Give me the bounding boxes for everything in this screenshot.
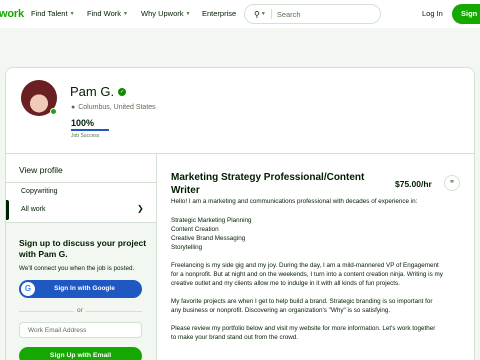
sidebar-item-copywriting[interactable]: Copywriting — [21, 188, 58, 195]
profile-location: ● Columbus, United States — [71, 104, 156, 111]
right-column: Marketing Strategy Professional/Content … — [158, 154, 474, 360]
job-success-bar-fill — [71, 129, 109, 131]
top-nav: work Find Talent ▼ Find Work ▼ Why Upwor… — [0, 0, 480, 28]
login-link[interactable]: Log In — [422, 9, 443, 18]
nav-enterprise-label: Enterprise — [202, 9, 237, 18]
google-signin-label: Sign In with Google — [54, 285, 115, 292]
hourly-rate: $75.00/hr — [395, 179, 432, 189]
description-skill: Content Creation — [171, 226, 219, 233]
signup-panel-subtitle: We'll connect you when the job is posted… — [19, 265, 135, 272]
email-field[interactable] — [19, 322, 142, 338]
description-line: My favorite projects are when I get to h… — [171, 298, 433, 305]
online-status-dot — [50, 108, 57, 115]
left-column: View profile Copywriting All work ❯ Sign… — [6, 154, 157, 360]
search-icon: ⚲ — [254, 9, 260, 19]
signup-panel: Sign up to discuss your project with Pam… — [6, 223, 156, 360]
google-signin-button[interactable]: G Sign In with Google — [19, 280, 142, 298]
job-success-percent: 100% — [71, 118, 95, 128]
verified-badge-icon: ✓ — [118, 87, 127, 96]
nav-enterprise[interactable]: Enterprise — [202, 9, 236, 18]
divider — [6, 182, 156, 183]
nav-why-upwork[interactable]: Why Upwork ▼ — [141, 9, 190, 18]
profile-name-text: Pam G. — [70, 84, 115, 99]
link-icon: ⚭ — [449, 179, 455, 186]
description-skill: Strategic Marketing Planning — [171, 217, 252, 224]
search-bar[interactable]: ⚲ ▼ Search — [244, 4, 381, 24]
description-line: Please review my portfolio below and vis… — [171, 325, 436, 332]
profile-title: Marketing Strategy Professional/Content … — [171, 172, 365, 196]
nav-find-work[interactable]: Find Work ▼ — [87, 9, 128, 18]
signup-email-button[interactable]: Sign Up with Email — [19, 347, 142, 360]
chevron-down-icon: ▼ — [69, 10, 75, 17]
nav-find-talent-label: Find Talent — [31, 9, 68, 18]
search-separator — [270, 9, 272, 19]
description-skill: Creative Brand Messaging — [171, 235, 246, 242]
description-line: for a nonprofit. But at night and on the… — [171, 271, 443, 278]
chevron-down-icon[interactable]: ▼ — [261, 11, 266, 17]
upwork-logo[interactable]: work — [0, 8, 24, 20]
signup-button[interactable]: Sign — [452, 4, 480, 24]
chevron-down-icon: ▼ — [123, 10, 128, 17]
job-success-label: Job Success — [71, 133, 100, 139]
signup-panel-title: Sign up to discuss your project with Pam… — [19, 238, 147, 259]
description-line: creative outlet and my clients allow me … — [171, 280, 400, 287]
sidebar-item-all-work[interactable]: All work — [21, 206, 46, 213]
description-line: any business or nonprofit. Discovering a… — [171, 307, 391, 314]
profile-name: Pam G. ✓ — [70, 84, 127, 99]
copy-link-button[interactable]: ⚭ — [444, 175, 460, 191]
profile-header: Pam G. ✓ ● Columbus, United States 100% … — [6, 68, 474, 154]
view-profile-heading: View profile — [19, 165, 63, 175]
job-success-bar — [71, 129, 109, 131]
active-indicator — [6, 200, 9, 220]
description-line: Freelancing is my side gig and my joy. D… — [171, 262, 439, 269]
chevron-right-icon[interactable]: ❯ — [137, 204, 144, 213]
chevron-down-icon: ▼ — [185, 10, 191, 17]
description-intro: Hello! I am a marketing and communicatio… — [171, 198, 418, 205]
nav-why-upwork-label: Why Upwork — [141, 9, 184, 18]
location-pin-icon: ● — [71, 104, 76, 111]
nav-find-work-label: Find Work — [87, 9, 122, 18]
profile-card: Pam G. ✓ ● Columbus, United States 100% … — [5, 67, 475, 360]
nav-find-talent[interactable]: Find Talent ▼ — [31, 9, 75, 18]
location-text: Columbus, United States — [78, 104, 156, 111]
description-skill: Storytelling — [171, 244, 203, 251]
search-input[interactable]: Search — [277, 10, 301, 19]
description-line: to make your brand stand out from the cr… — [171, 334, 299, 341]
or-divider-text: or — [74, 307, 86, 314]
